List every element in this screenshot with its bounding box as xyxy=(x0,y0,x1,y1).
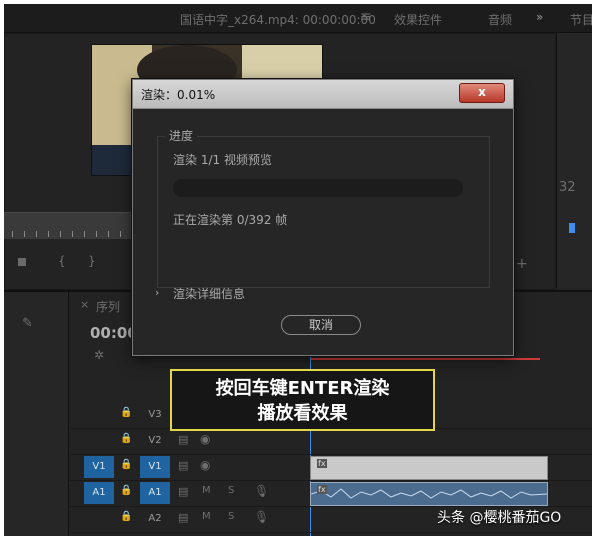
tab-program[interactable]: 节目 xyxy=(570,11,592,28)
pen-tool-icon[interactable]: ✎ xyxy=(22,316,33,331)
audio-clip[interactable]: fx xyxy=(310,482,548,506)
dialog-title: 渲染：0.01% xyxy=(141,88,216,102)
cancel-button[interactable]: 取消 xyxy=(281,315,361,335)
premiere-window: 国语中字_x264.mp4: 00:00:00:00 ≡ 效果控件 音频 » 节… xyxy=(4,4,592,536)
clip-fx-badge: fx xyxy=(317,485,327,494)
panel-menu-icon[interactable]: ≡ xyxy=(360,9,372,25)
lock-icon[interactable]: 🔒 xyxy=(120,511,132,522)
details-chevron-icon[interactable]: › xyxy=(155,286,159,299)
lock-icon[interactable]: 🔒 xyxy=(120,407,132,418)
render-bar xyxy=(310,358,540,360)
microphone-icon[interactable]: 🎙 xyxy=(254,484,269,498)
tutorial-callout: 按回车键ENTER渲染 播放看效果 xyxy=(170,369,435,431)
program-frame-readout: 32 xyxy=(559,180,576,195)
tab-sequence[interactable]: 序列 xyxy=(96,298,120,315)
source-clip-title: 国语中字_x264.mp4: 00:00:00:00 xyxy=(180,13,376,27)
callout-line-1: 按回车键ENTER渲染 xyxy=(215,378,390,399)
progress-group-label: 进度 xyxy=(165,127,198,144)
track-row-a1: A1 🔒 A1 ▤ M S 🎙 fx xyxy=(70,480,592,507)
top-tab-bar: 国语中字_x264.mp4: 00:00:00:00 ≡ 效果控件 音频 » 节… xyxy=(4,4,592,33)
track-row-v1: V1 🔒 V1 ▤ ◉ fx xyxy=(70,454,592,481)
program-playhead-marker[interactable] xyxy=(569,223,575,233)
film-icon[interactable]: ▤ xyxy=(178,459,188,472)
add-button-icon[interactable]: + xyxy=(516,256,528,272)
frame-status-text: 正在渲染第 0/392 帧 xyxy=(173,213,288,227)
microphone-icon[interactable]: 🎙 xyxy=(254,510,269,524)
tab-effect-controls[interactable]: 效果控件 xyxy=(394,11,442,28)
track-label[interactable]: A2 xyxy=(140,508,170,530)
clip-fx-badge: fx xyxy=(317,459,327,468)
source-patch-v1[interactable]: V1 xyxy=(84,456,114,478)
video-clip[interactable]: fx xyxy=(310,456,548,480)
source-watermark: 头条 @樱桃番茄GO xyxy=(437,510,562,526)
render-progress-bar xyxy=(173,179,463,197)
lock-icon[interactable]: 🔒 xyxy=(120,459,132,470)
overflow-tabs-icon[interactable]: » xyxy=(536,10,543,24)
close-sequence-icon[interactable]: × xyxy=(80,298,89,311)
mute-button[interactable]: M xyxy=(202,485,211,496)
mute-button[interactable]: M xyxy=(202,511,211,522)
timeline-timecode[interactable]: 00:00 xyxy=(90,324,138,342)
dialog-title-bar[interactable]: 渲染：0.01% x xyxy=(133,80,513,109)
program-panel: 32 xyxy=(556,33,592,288)
render-details-toggle[interactable]: 渲染详细信息 xyxy=(173,285,245,302)
track-label[interactable]: A1 xyxy=(140,482,170,504)
render-task-label: 渲染 1/1 视频预览 xyxy=(173,153,272,167)
callout-line-2: 播放看效果 xyxy=(257,403,348,424)
sync-icon[interactable]: ▤ xyxy=(178,511,188,524)
close-button[interactable]: x xyxy=(459,83,505,103)
tools-panel: ✎ xyxy=(4,292,69,536)
eye-icon[interactable]: ◉ xyxy=(200,458,210,472)
mark-in-icon[interactable]: { xyxy=(58,254,66,268)
solo-button[interactable]: S xyxy=(228,485,234,496)
solo-button[interactable]: S xyxy=(228,511,234,522)
tab-audio[interactable]: 音频 xyxy=(488,11,512,28)
track-label[interactable]: V1 xyxy=(140,456,170,478)
lock-icon[interactable]: 🔒 xyxy=(120,485,132,496)
marker-icon[interactable] xyxy=(18,258,26,266)
render-dialog: 渲染：0.01% x 进度 渲染 1/1 视频预览 正在渲染第 0/392 帧 … xyxy=(132,79,514,356)
track-row-v2: 🔒 V2 ▤ ◉ xyxy=(70,428,592,455)
sync-icon[interactable]: ▤ xyxy=(178,485,188,498)
track-label[interactable]: V2 xyxy=(140,430,170,452)
source-patch-a1[interactable]: A1 xyxy=(84,482,114,504)
lock-icon[interactable]: 🔒 xyxy=(120,433,132,444)
mark-out-icon[interactable]: } xyxy=(88,254,96,268)
eye-icon[interactable]: ◉ xyxy=(200,432,210,446)
track-label[interactable]: V3 xyxy=(140,404,170,426)
snap-icon[interactable]: ✲ xyxy=(94,348,104,362)
film-icon[interactable]: ▤ xyxy=(178,433,188,446)
